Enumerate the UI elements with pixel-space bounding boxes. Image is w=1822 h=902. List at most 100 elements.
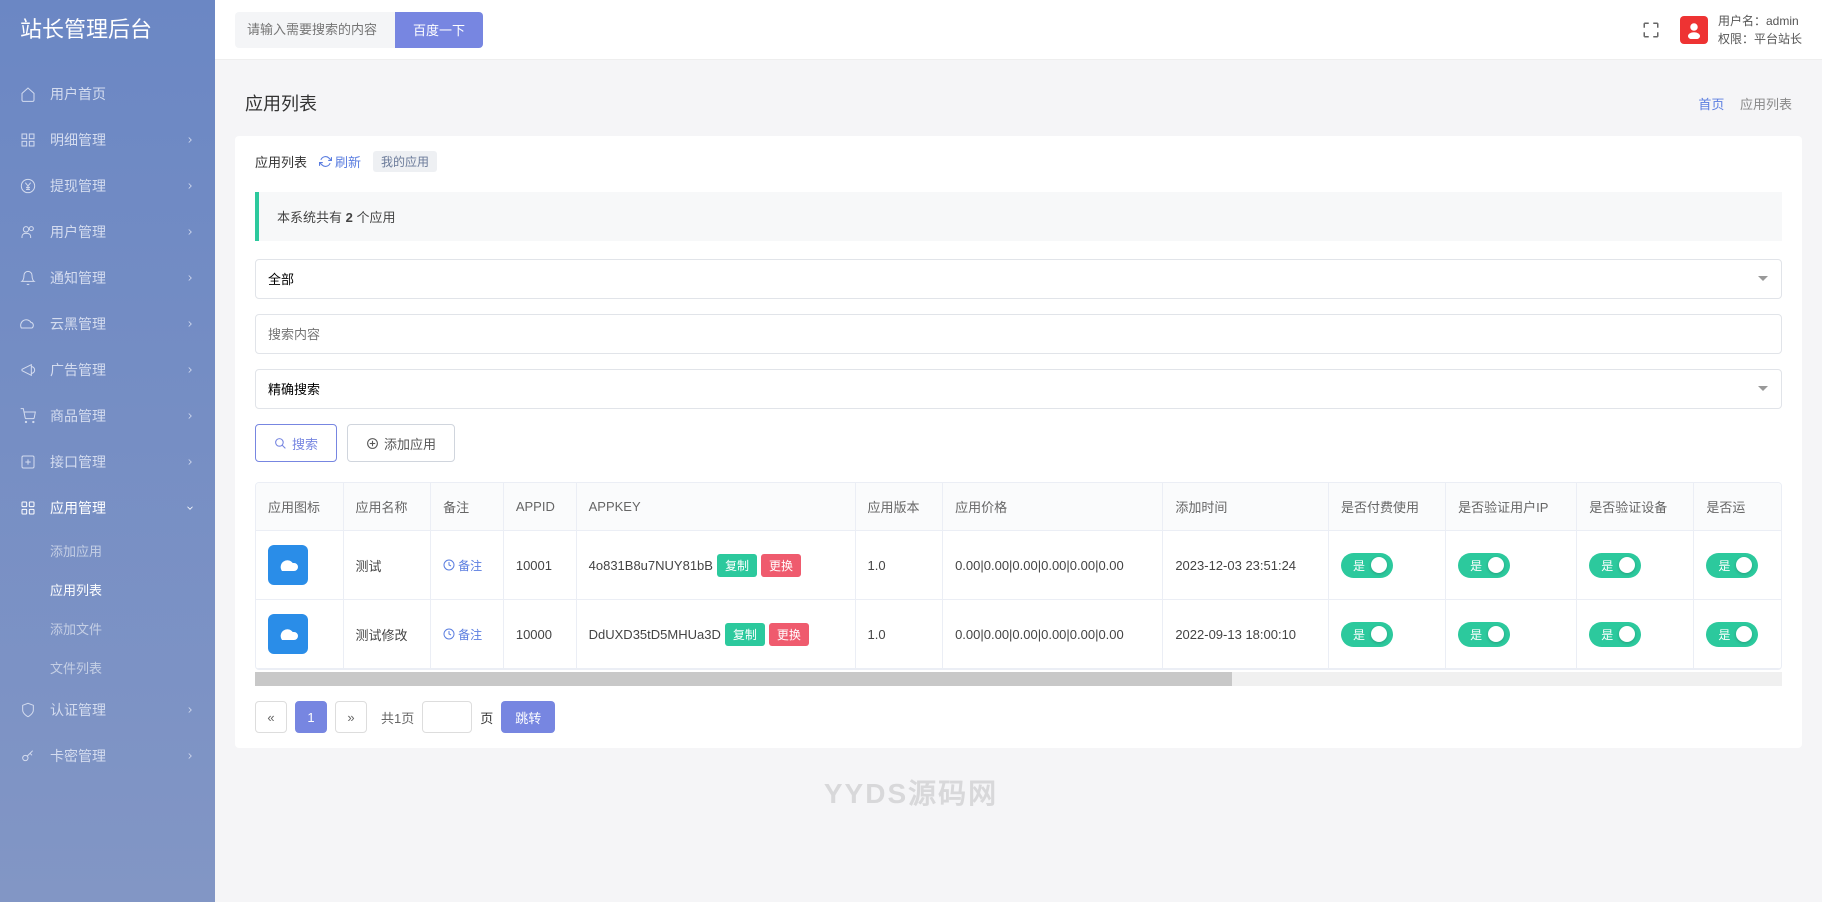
filter-select[interactable]: 全部 xyxy=(255,259,1782,299)
replace-button[interactable]: 更换 xyxy=(761,554,801,577)
user-block[interactable]: 用户名：admin 权限：平台站长 xyxy=(1680,12,1802,48)
cell-price: 0.00|0.00|0.00|0.00|0.00|0.00 xyxy=(943,531,1163,600)
cell-name: 测试 xyxy=(343,531,431,600)
pager-page-1[interactable]: 1 xyxy=(295,701,327,733)
breadcrumb: 首页 应用列表 xyxy=(1698,94,1792,113)
cell-appkey: 4o831B8u7NUY81bB复制更换 xyxy=(576,531,855,600)
breadcrumb-home[interactable]: 首页 xyxy=(1698,97,1724,112)
sidebar-item-7[interactable]: 商品管理 xyxy=(0,393,215,439)
sidebar-item-label: 卡密管理 xyxy=(50,746,185,766)
sidebar-subitem-9-0[interactable]: 添加应用 xyxy=(0,531,215,570)
pager-total: 共1页 xyxy=(381,708,414,727)
chevron-right-icon xyxy=(185,705,195,715)
sidebar-item-10[interactable]: 认证管理 xyxy=(0,687,215,733)
search-content-input[interactable] xyxy=(255,314,1782,354)
pager: « 1 » 共1页 页 跳转 xyxy=(255,701,1782,733)
sidebar-item-label: 商品管理 xyxy=(50,406,185,426)
toggle[interactable]: 是 xyxy=(1706,622,1758,647)
cell-price: 0.00|0.00|0.00|0.00|0.00|0.00 xyxy=(943,600,1163,669)
panel: 应用列表 刷新 我的应用 本系统共有 2 个应用 全部 xyxy=(235,136,1802,748)
sidebar-item-8[interactable]: 接口管理 xyxy=(0,439,215,485)
col-header-1: 应用名称 xyxy=(343,483,431,531)
grid-icon xyxy=(20,132,36,148)
col-header-4: APPKEY xyxy=(576,483,855,531)
pager-prev[interactable]: « xyxy=(255,701,287,733)
pager-input[interactable] xyxy=(422,701,472,733)
key-icon xyxy=(20,748,36,764)
col-header-2: 备注 xyxy=(431,483,504,531)
col-header-11: 是否运 xyxy=(1694,483,1781,531)
app-table: 应用图标应用名称备注APPIDAPPKEY应用版本应用价格添加时间是否付费使用是… xyxy=(256,483,1781,669)
sidebar: 站长管理后台 用户首页明细管理提现管理用户管理通知管理云黑管理广告管理商品管理接… xyxy=(0,0,215,902)
sidebar-subitem-9-2[interactable]: 添加文件 xyxy=(0,609,215,648)
sidebar-item-11[interactable]: 卡密管理 xyxy=(0,733,215,779)
col-header-0: 应用图标 xyxy=(256,483,343,531)
chevron-right-icon xyxy=(185,457,195,467)
topbar: 百度一下 用户名：admin 权限：平台站长 xyxy=(215,0,1822,60)
cell-name: 测试修改 xyxy=(343,600,431,669)
sidebar-item-5[interactable]: 云黑管理 xyxy=(0,301,215,347)
pager-next[interactable]: » xyxy=(335,701,367,733)
horizontal-scrollbar[interactable] xyxy=(255,672,1782,686)
col-header-7: 添加时间 xyxy=(1163,483,1329,531)
sidebar-item-label: 用户首页 xyxy=(50,84,195,104)
col-header-3: APPID xyxy=(503,483,576,531)
col-header-8: 是否付费使用 xyxy=(1329,483,1446,531)
breadcrumb-current: 应用列表 xyxy=(1740,97,1792,112)
sidebar-item-6[interactable]: 广告管理 xyxy=(0,347,215,393)
user-meta: 用户名：admin 权限：平台站长 xyxy=(1718,12,1802,48)
refresh-button[interactable]: 刷新 xyxy=(319,152,361,171)
note-button[interactable]: 备注 xyxy=(443,626,491,643)
sidebar-item-3[interactable]: 用户管理 xyxy=(0,209,215,255)
sidebar-item-label: 云黑管理 xyxy=(50,314,185,334)
chevron-right-icon xyxy=(185,411,195,421)
sidebar-item-label: 认证管理 xyxy=(50,700,185,720)
sidebar-item-0[interactable]: 用户首页 xyxy=(0,71,215,117)
toggle[interactable]: 是 xyxy=(1706,553,1758,578)
sidebar-item-9[interactable]: 应用管理 xyxy=(0,485,215,531)
toggle[interactable]: 是 xyxy=(1341,622,1393,647)
bell-icon xyxy=(20,270,36,286)
sidebar-item-4[interactable]: 通知管理 xyxy=(0,255,215,301)
my-apps-tag[interactable]: 我的应用 xyxy=(373,151,437,172)
chevron-right-icon xyxy=(185,227,195,237)
toggle[interactable]: 是 xyxy=(1589,553,1641,578)
apps-icon xyxy=(20,500,36,516)
global-search-button[interactable]: 百度一下 xyxy=(395,12,483,48)
chevron-right-icon xyxy=(185,365,195,375)
chevron-down-icon xyxy=(185,503,195,513)
copy-button[interactable]: 复制 xyxy=(717,554,757,577)
api-icon xyxy=(20,454,36,470)
chevron-right-icon xyxy=(185,319,195,329)
sidebar-item-label: 提现管理 xyxy=(50,176,185,196)
global-search-input[interactable] xyxy=(235,12,395,48)
copy-button[interactable]: 复制 xyxy=(725,623,765,646)
sidebar-subitem-9-3[interactable]: 文件列表 xyxy=(0,648,215,687)
replace-button[interactable]: 更换 xyxy=(769,623,809,646)
yen-icon xyxy=(20,178,36,194)
toggle[interactable]: 是 xyxy=(1458,553,1510,578)
sidebar-item-2[interactable]: 提现管理 xyxy=(0,163,215,209)
search-button[interactable]: 搜索 xyxy=(255,424,337,462)
fullscreen-icon[interactable] xyxy=(1642,21,1660,39)
toggle[interactable]: 是 xyxy=(1341,553,1393,578)
chevron-right-icon xyxy=(185,751,195,761)
avatar xyxy=(1680,16,1708,44)
app-icon xyxy=(268,545,308,585)
search-mode-select[interactable]: 精确搜索 xyxy=(255,369,1782,409)
panel-title: 应用列表 xyxy=(255,152,307,171)
pager-jump-button[interactable]: 跳转 xyxy=(501,701,555,733)
add-app-button[interactable]: 添加应用 xyxy=(347,424,455,462)
sidebar-item-label: 通知管理 xyxy=(50,268,185,288)
sidebar-item-label: 用户管理 xyxy=(50,222,185,242)
toggle[interactable]: 是 xyxy=(1458,622,1510,647)
note-button[interactable]: 备注 xyxy=(443,557,491,574)
sidebar-subitem-9-1[interactable]: 应用列表 xyxy=(0,570,215,609)
info-strip: 本系统共有 2 个应用 xyxy=(255,192,1782,241)
toggle[interactable]: 是 xyxy=(1589,622,1641,647)
shield-icon xyxy=(20,702,36,718)
brand-logo: 站长管理后台 xyxy=(0,0,215,71)
cell-appid: 10000 xyxy=(503,600,576,669)
chevron-right-icon xyxy=(185,273,195,283)
sidebar-item-1[interactable]: 明细管理 xyxy=(0,117,215,163)
